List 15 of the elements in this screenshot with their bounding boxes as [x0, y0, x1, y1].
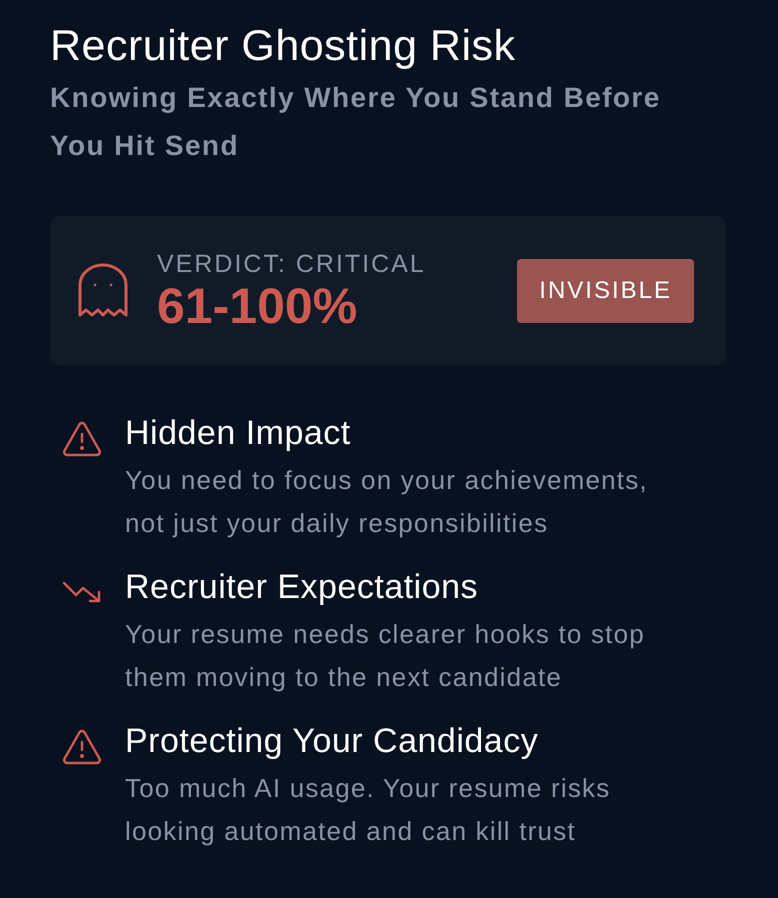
page-title: Recruiter Ghosting Risk	[50, 21, 516, 72]
factor-description: You need to focus on your achievements, not just your daily responsibilities	[125, 464, 649, 540]
factor-title: Recruiter Expectations	[125, 567, 478, 608]
verdict-label: VERDICT: CRITICAL	[157, 248, 426, 278]
risk-range: 61-100%	[157, 278, 358, 332]
factor-description: Your resume needs clearer hooks to stop them moving to the next candidate	[125, 618, 646, 694]
factor-title: Hidden Impact	[125, 413, 351, 454]
trend-down-icon	[62, 579, 102, 603]
page-subtitle: Knowing Exactly Where You Stand Before You Hit Send	[50, 81, 662, 163]
warning-icon	[62, 421, 102, 457]
factor-description: Too much AI usage. Your resume risks looking automated and can kill trust	[125, 772, 612, 848]
factor-title: Protecting Your Candidacy	[125, 721, 538, 762]
status-badge: INVISIBLE	[517, 258, 694, 322]
ghost-icon	[78, 262, 128, 318]
warning-icon	[62, 729, 102, 765]
